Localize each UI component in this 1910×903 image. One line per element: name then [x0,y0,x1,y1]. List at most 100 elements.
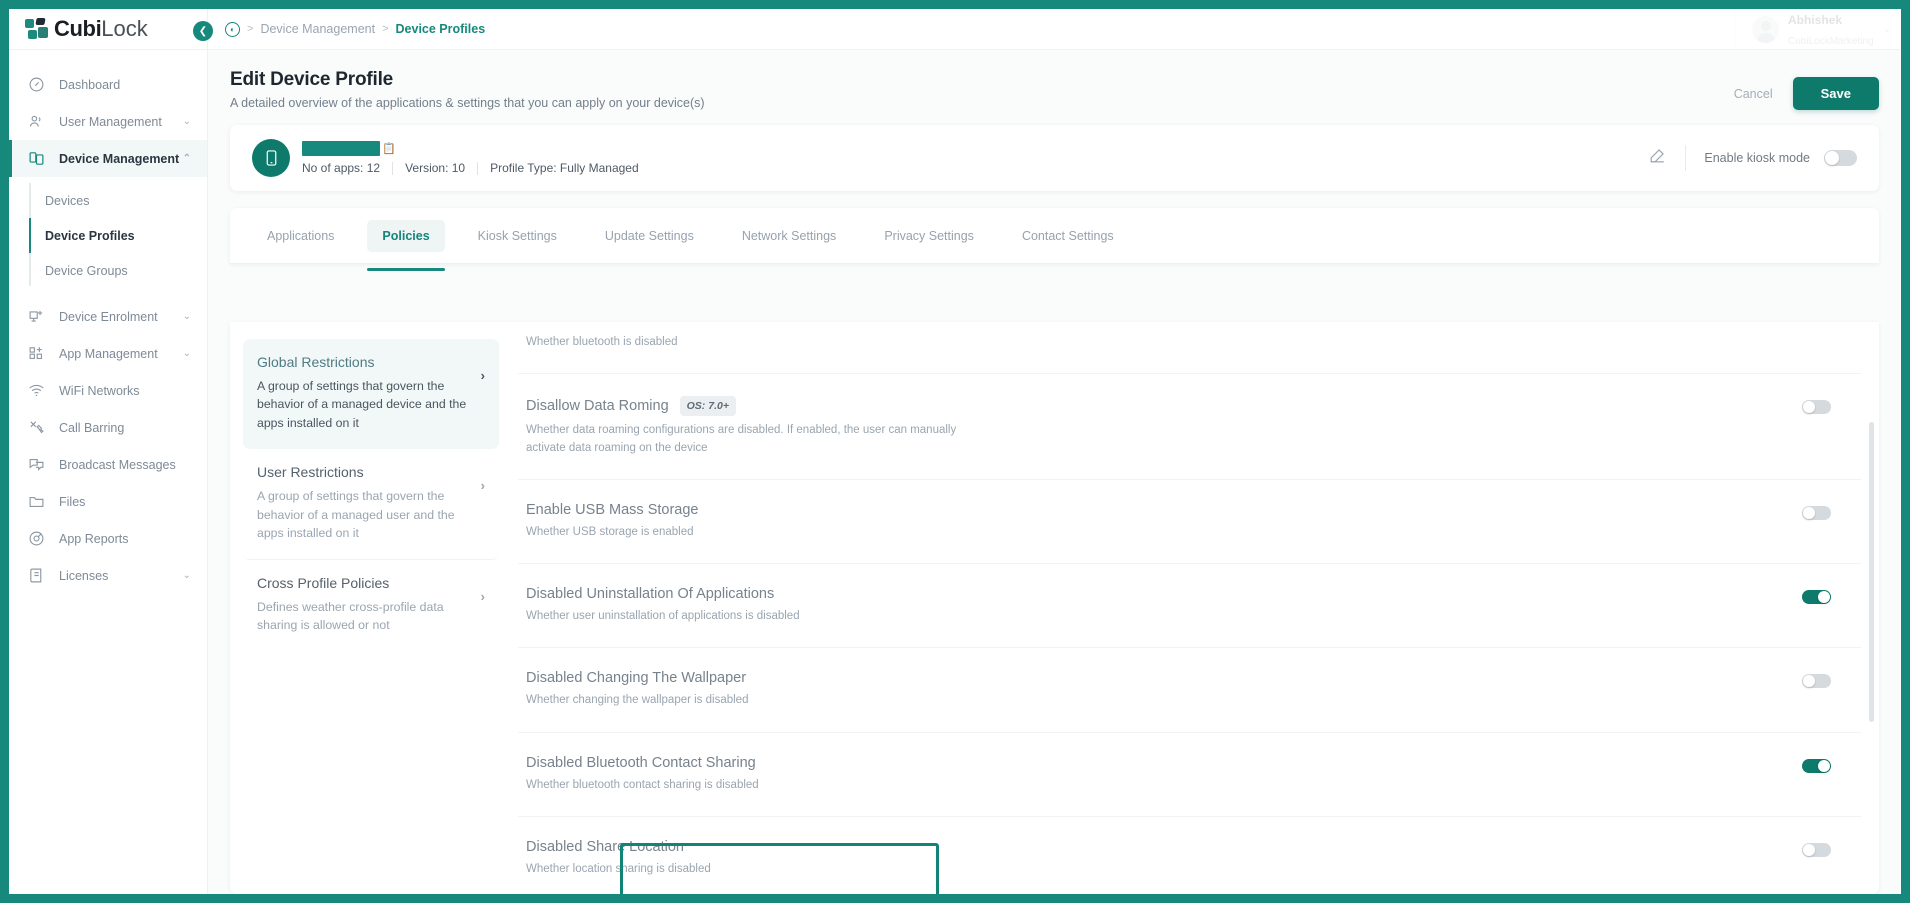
setting-row-disabled-changing-the-wallpaper: Disabled Changing The Wallpaper Whether … [518,648,1861,733]
sidebar-item-device-management[interactable]: Device Management ⌃ [9,140,207,177]
sidebar-item-wifi-networks[interactable]: WiFi Networks [9,372,207,409]
policies-panel: Global Restrictions A group of settings … [230,322,1879,894]
sidebar-item-app-reports[interactable]: App Reports [9,520,207,557]
user-menu[interactable]: Abhishek CubiLockMarketing ⌄ [1735,9,1891,50]
tab-label: Policies [382,228,430,243]
tab-privacy-settings[interactable]: Privacy Settings [869,220,989,252]
users-icon [25,112,47,132]
sidebar: CubiLock Dashboard User Management ⌄ Dev… [9,9,208,894]
sidebar-collapse-button[interactable]: ❮ [193,21,213,41]
os-version-badge: OS: 7.0+ [679,396,736,417]
chevron-right-icon: › [480,478,485,494]
mobile-device-icon [252,139,290,177]
settings-scrollbar[interactable] [1869,422,1874,722]
setting-toggle-disallow-data-roming[interactable] [1802,400,1831,415]
tab-label: Privacy Settings [884,228,974,243]
breadcrumb-item-device-management[interactable]: Device Management [260,22,375,36]
setting-title: Disabled Changing The Wallpaper [526,670,747,687]
app-logo[interactable]: CubiLock [9,9,207,50]
breadcrumb-separator: > [382,23,389,35]
grid-plus-icon [25,344,47,364]
sidebar-item-call-barring[interactable]: Call Barring [9,409,207,446]
sidebar-item-broadcast-messages[interactable]: Broadcast Messages [9,446,207,483]
setting-toggle-disabled-share-location[interactable] [1802,842,1831,857]
setting-toggle-disabled-changing-the-wallpaper[interactable] [1802,674,1831,689]
breadcrumb: ◐ > Device Management > Device Profiles [225,21,485,37]
policy-group-cross-profile-policies[interactable]: Cross Profile Policies Defines weather c… [243,560,499,651]
setting-desc: Whether USB storage is enabled [526,525,694,538]
chevron-down-icon: ⌄ [182,348,191,359]
tab-kiosk-settings[interactable]: Kiosk Settings [463,220,572,252]
sidebar-item-app-management[interactable]: App Management ⌄ [9,335,207,372]
folder-icon [25,492,47,512]
profile-version: Version: 10 [405,161,466,175]
edit-pencil-icon[interactable] [1648,146,1667,170]
tab-policies[interactable]: Policies [367,219,445,271]
sidebar-item-label: App Management [59,346,158,361]
setting-toggle-disabled-bluetooth-contact-sharing[interactable] [1802,758,1831,773]
setting-row-enable-usb-mass-storage: Enable USB Mass Storage Whether USB stor… [518,480,1861,564]
license-icon [25,566,47,586]
profile-meta: No of apps: 12 Version: 10 Profile Type:… [302,161,639,175]
kiosk-controls: Enable kiosk mode [1648,145,1857,171]
user-name: Abhishek [1788,12,1843,27]
app-frame: CubiLock Dashboard User Management ⌄ Dev… [0,0,1910,903]
dashboard-home-icon[interactable]: ◐ [225,21,240,37]
setting-row-disallow-data-roming: Disallow Data Roming OS: 7.0+ Whether da… [518,374,1861,480]
settings-tabs: Applications Policies Kiosk Settings Upd… [230,208,1879,271]
sidebar-item-files[interactable]: Files [9,483,207,520]
chevron-up-icon: ⌃ [182,153,191,164]
sidebar-item-label: Licenses [59,568,109,583]
setting-desc: Whether user uninstallation of applicati… [526,610,800,622]
sidebar-item-device-groups[interactable]: Device Groups [9,253,207,288]
policy-group-user-restrictions[interactable]: User Restrictions A group of settings th… [243,449,499,560]
setting-row-disabled-bluetooth-contact-sharing: Disabled Bluetooth Contact Sharing Wheth… [518,733,1861,817]
setting-row-disable-bluetooth: Whether bluetooth is disabled [518,322,1861,375]
setting-desc: Whether data roaming configurations are … [526,424,957,454]
copy-icon[interactable]: 📋 [382,142,396,155]
sidebar-item-user-management[interactable]: User Management ⌄ [9,103,207,140]
setting-row-disabled-uninstallation-of-applications: Disabled Uninstallation Of Applications … [518,564,1861,649]
sidebar-item-device-enrolment[interactable]: Device Enrolment ⌄ [9,298,207,335]
tab-contact-settings[interactable]: Contact Settings [1007,220,1129,252]
policy-group-desc: A group of settings that govern the beha… [257,489,455,541]
profile-texts: 📋 No of apps: 12 Version: 10 Profile Typ… [302,141,639,175]
setting-desc: Whether location sharing is disabled [526,862,711,875]
devices-icon [25,149,47,169]
monitor-plus-icon [25,307,47,327]
page-header: Edit Device Profile A detailed overview … [230,69,1879,110]
sidebar-item-dashboard[interactable]: Dashboard [9,66,207,103]
setting-row-disabled-share-location: Disabled Share Location Whether location… [518,817,1861,894]
page-subtitle: A detailed overview of the applications … [230,96,705,110]
profile-summary-card: 📋 No of apps: 12 Version: 10 Profile Typ… [230,125,1879,191]
meta-divider [477,161,479,175]
sidebar-item-label: Dashboard [59,77,121,92]
setting-desc: Whether bluetooth is disabled [526,336,678,348]
save-button[interactable]: Save [1792,77,1879,110]
setting-toggle-disabled-uninstallation-of-applications[interactable] [1802,590,1831,604]
tab-update-settings[interactable]: Update Settings [590,220,709,252]
tab-network-settings[interactable]: Network Settings [727,220,851,252]
policy-group-desc: Defines weather cross-profile data shari… [257,599,444,633]
sidebar-item-devices[interactable]: Devices [9,183,207,218]
cubilock-logo-icon [25,18,50,40]
user-org: CubiLockMarketing [1788,35,1874,47]
policy-group-desc: A group of settings that govern the beha… [257,379,467,430]
sidebar-item-label: Broadcast Messages [59,457,176,472]
cancel-button[interactable]: Cancel [1734,87,1773,101]
chevron-right-icon: › [480,588,485,604]
tab-label: Applications [267,228,335,243]
sidebar-item-label: App Reports [59,531,129,546]
sidebar-item-device-profiles[interactable]: Device Profiles [9,218,207,253]
kiosk-mode-toggle[interactable] [1824,150,1857,166]
pie-chart-icon [25,529,47,549]
setting-toggle-enable-usb-mass-storage[interactable] [1802,505,1831,520]
page-title: Edit Device Profile [230,69,394,90]
kiosk-mode-label: Enable kiosk mode [1704,151,1810,165]
sidebar-item-licenses[interactable]: Licenses ⌄ [9,557,207,594]
tab-applications[interactable]: Applications [252,220,349,252]
sidebar-item-label: WiFi Networks [59,383,140,398]
avatar [1752,16,1779,43]
policy-group-global-restrictions[interactable]: Global Restrictions A group of settings … [243,339,499,450]
sidebar-subitem-label: Device Groups [45,263,128,278]
